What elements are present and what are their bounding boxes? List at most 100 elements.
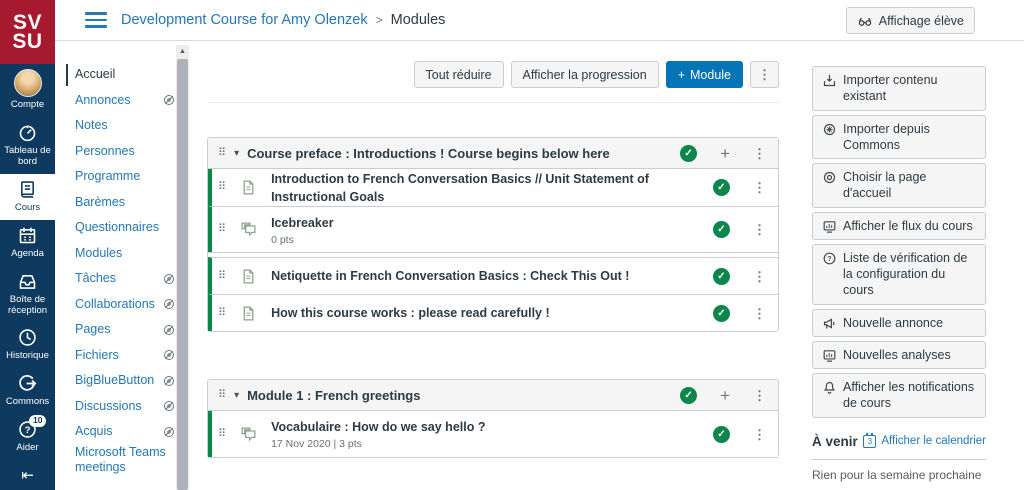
- drag-handle-icon[interactable]: ⠿: [218, 182, 226, 193]
- module-header[interactable]: ⠿ ▾ Module 1 : French greetings ✓ + ⋮: [208, 380, 778, 411]
- add-item-icon[interactable]: +: [720, 387, 730, 404]
- view-course-stream-button[interactable]: Afficher le flux du cours: [812, 212, 986, 240]
- item-kebab-icon[interactable]: ⋮: [753, 307, 766, 320]
- logo-line-2: SU: [12, 32, 42, 51]
- module-item[interactable]: ⠿ Vocabulaire : How do we say hello ? 17…: [208, 411, 778, 457]
- item-kebab-icon[interactable]: ⋮: [753, 223, 766, 236]
- view-calendar-link[interactable]: 3 Afficher le calendrier: [863, 435, 986, 448]
- published-check-icon[interactable]: ✓: [680, 145, 697, 162]
- collapse-caret-icon[interactable]: ▾: [234, 148, 239, 159]
- hidden-eye-icon: [163, 426, 175, 438]
- avatar: [14, 69, 42, 97]
- coming-up-empty-text: Rien pour la semaine prochaine: [812, 468, 986, 482]
- drag-handle-icon[interactable]: ⠿: [218, 308, 226, 319]
- module-kebab-icon[interactable]: ⋮: [753, 389, 766, 402]
- module-kebab-icon[interactable]: ⋮: [753, 147, 766, 160]
- course-nav-assignments[interactable]: Tâches: [75, 266, 175, 292]
- hidden-eye-icon: [163, 400, 175, 412]
- drag-handle-icon[interactable]: ⠿: [218, 148, 226, 159]
- published-check-icon[interactable]: ✓: [713, 426, 730, 443]
- drag-handle-icon[interactable]: ⠿: [218, 271, 226, 282]
- item-points: 0 pts: [271, 234, 701, 246]
- course-nav-quizzes[interactable]: Questionnaires: [75, 215, 175, 241]
- nav-item-commons[interactable]: Commons: [0, 368, 55, 414]
- scrollbar-thumb[interactable]: [177, 59, 188, 490]
- course-nav-bigbluebutton[interactable]: BigBlueButton: [75, 368, 175, 394]
- modules-options-kebab-button[interactable]: ⋮: [750, 61, 779, 88]
- breadcrumb-course-link[interactable]: Development Course for Amy Olenzek: [121, 12, 368, 28]
- course-nav-syllabus[interactable]: Programme: [75, 164, 175, 190]
- published-check-icon[interactable]: ✓: [713, 179, 730, 196]
- new-announcement-button[interactable]: Nouvelle annonce: [812, 309, 986, 337]
- help-badge: 10: [29, 415, 46, 426]
- course-nav-announcements[interactable]: Annonces: [75, 88, 175, 114]
- choose-home-page-button[interactable]: Choisir la page d'accueil: [812, 163, 986, 208]
- item-title-link[interactable]: Introduction to French Conversation Basi…: [271, 172, 649, 204]
- course-nav-collaborations[interactable]: Collaborations: [75, 292, 175, 318]
- view-progress-button[interactable]: Afficher la progression: [511, 61, 659, 88]
- course-nav-ms-teams[interactable]: Microsoft Teams meetings: [75, 445, 175, 475]
- course-setup-checklist-button[interactable]: ? Liste de vérification de la configurat…: [812, 244, 986, 305]
- nav-item-calendar[interactable]: Agenda: [0, 220, 55, 266]
- nav-item-courses[interactable]: Cours: [0, 174, 55, 220]
- collapse-caret-icon[interactable]: ▾: [234, 390, 239, 401]
- course-nav-discussions[interactable]: Discussions: [75, 394, 175, 420]
- module-item[interactable]: ⠿ Netiquette in French Conversation Basi…: [208, 257, 778, 294]
- item-title-link[interactable]: Netiquette in French Conversation Basics…: [271, 269, 629, 283]
- course-nav-outcomes[interactable]: Acquis: [75, 419, 175, 445]
- nav-item-help[interactable]: ? 10 Aider: [0, 414, 55, 460]
- scrollbar-up-arrow[interactable]: ▲: [176, 45, 189, 58]
- view-course-notifications-button[interactable]: Afficher les notifications de cours: [812, 373, 986, 418]
- breadcrumb: Development Course for Amy Olenzek > Mod…: [121, 12, 445, 28]
- course-nav-files[interactable]: Fichiers: [75, 343, 175, 369]
- published-check-icon[interactable]: ✓: [713, 305, 730, 322]
- add-module-button[interactable]: + Module: [666, 61, 743, 88]
- nav-label-help: Aider: [16, 443, 38, 454]
- collapse-all-button[interactable]: Tout réduire: [414, 61, 504, 88]
- course-nav-scrollbar[interactable]: ▲: [176, 45, 189, 490]
- nav-item-inbox[interactable]: Boîte de réception: [0, 266, 55, 323]
- commons-icon: [17, 373, 38, 394]
- svsu-logo[interactable]: SV SU: [0, 0, 55, 64]
- published-check-icon[interactable]: ✓: [713, 268, 730, 285]
- page-icon: [240, 268, 257, 285]
- discussion-icon: [240, 426, 257, 443]
- course-nav-grades[interactable]: Notes: [75, 113, 175, 139]
- top-header: Development Course for Amy Olenzek > Mod…: [55, 0, 1024, 41]
- module-item[interactable]: ⠿ Icebreaker 0 pts ✓ ⋮: [208, 206, 778, 252]
- course-nav-home[interactable]: Accueil: [75, 62, 175, 88]
- import-existing-content-button[interactable]: Importer contenu existant: [812, 66, 986, 111]
- item-due-and-points: 17 Nov 2020 | 3 pts: [271, 438, 701, 450]
- item-title-link[interactable]: Vocabulaire : How do we say hello ?: [271, 420, 485, 434]
- course-nav-pages[interactable]: Pages: [75, 317, 175, 343]
- hidden-eye-icon: [163, 375, 175, 387]
- global-navigation: SV SU Compte Tableau de bord Cours Agend…: [0, 0, 55, 490]
- analytics-icon: [822, 219, 837, 234]
- nav-item-dashboard[interactable]: Tableau de bord: [0, 117, 55, 174]
- drag-handle-icon[interactable]: ⠿: [218, 390, 226, 401]
- published-check-icon[interactable]: ✓: [680, 387, 697, 404]
- import-from-commons-button[interactable]: Importer depuis Commons: [812, 115, 986, 160]
- drag-handle-icon[interactable]: ⠿: [218, 429, 226, 440]
- module-item[interactable]: ⠿ How this course works : please read ca…: [208, 294, 778, 331]
- collapse-global-nav-button[interactable]: ⇤: [0, 466, 55, 484]
- course-nav-modules[interactable]: Modules: [75, 241, 175, 267]
- course-nav-people[interactable]: Personnes: [75, 139, 175, 165]
- published-check-icon[interactable]: ✓: [713, 221, 730, 238]
- module-item[interactable]: ⠿ Introduction to French Conversation Ba…: [208, 169, 778, 206]
- item-title-link[interactable]: Icebreaker: [271, 216, 334, 230]
- item-title-link[interactable]: How this course works : please read care…: [271, 306, 550, 320]
- item-kebab-icon[interactable]: ⋮: [753, 428, 766, 441]
- module-header[interactable]: ⠿ ▾ Course preface : Introductions ! Cou…: [208, 138, 778, 169]
- add-item-icon[interactable]: +: [720, 145, 730, 162]
- nav-label-commons: Commons: [6, 397, 49, 408]
- new-analytics-button[interactable]: Nouvelles analyses: [812, 341, 986, 369]
- nav-item-history[interactable]: Historique: [0, 322, 55, 368]
- item-kebab-icon[interactable]: ⋮: [753, 181, 766, 194]
- item-kebab-icon[interactable]: ⋮: [753, 270, 766, 283]
- student-view-button[interactable]: Affichage élève: [846, 7, 975, 34]
- course-nav-rubrics[interactable]: Barèmes: [75, 190, 175, 216]
- drag-handle-icon[interactable]: ⠿: [218, 224, 226, 235]
- nav-item-account[interactable]: Compte: [0, 64, 55, 117]
- hamburger-menu-icon[interactable]: [85, 8, 107, 32]
